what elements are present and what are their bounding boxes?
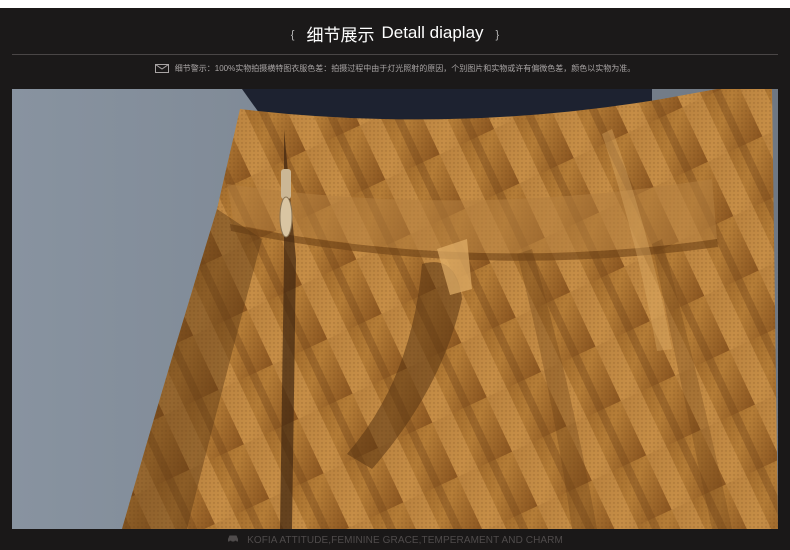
- footer-slogan-row: KOFIA ATTITUDE,FEMININE GRACE,TEMPERAMEN…: [0, 530, 790, 550]
- envelope-icon: [154, 63, 169, 73]
- header-divider: [12, 54, 778, 55]
- notice-row: 细节警示：100%实物拍摄横特图衣服色差：拍摄过程中由于灯光照射的原因，个别图片…: [0, 60, 790, 76]
- brace-left: {: [290, 29, 295, 41]
- section-title: { 细节展示 Detall diaplay }: [0, 20, 790, 46]
- top-band: [0, 0, 790, 8]
- detail-photo: [12, 89, 778, 529]
- title-en: Detall diaplay: [381, 23, 484, 42]
- skirt-detail-image: [12, 89, 778, 529]
- notice-text: 细节警示：100%实物拍摄横特图衣服色差：拍摄过程中由于灯光照射的原因，个别图片…: [174, 63, 636, 73]
- title-cn: 细节展示: [306, 25, 375, 45]
- car-icon: [227, 534, 239, 546]
- brace-right: }: [495, 29, 500, 41]
- footer-slogan: KOFIA ATTITUDE,FEMININE GRACE,TEMPERAMEN…: [247, 534, 563, 546]
